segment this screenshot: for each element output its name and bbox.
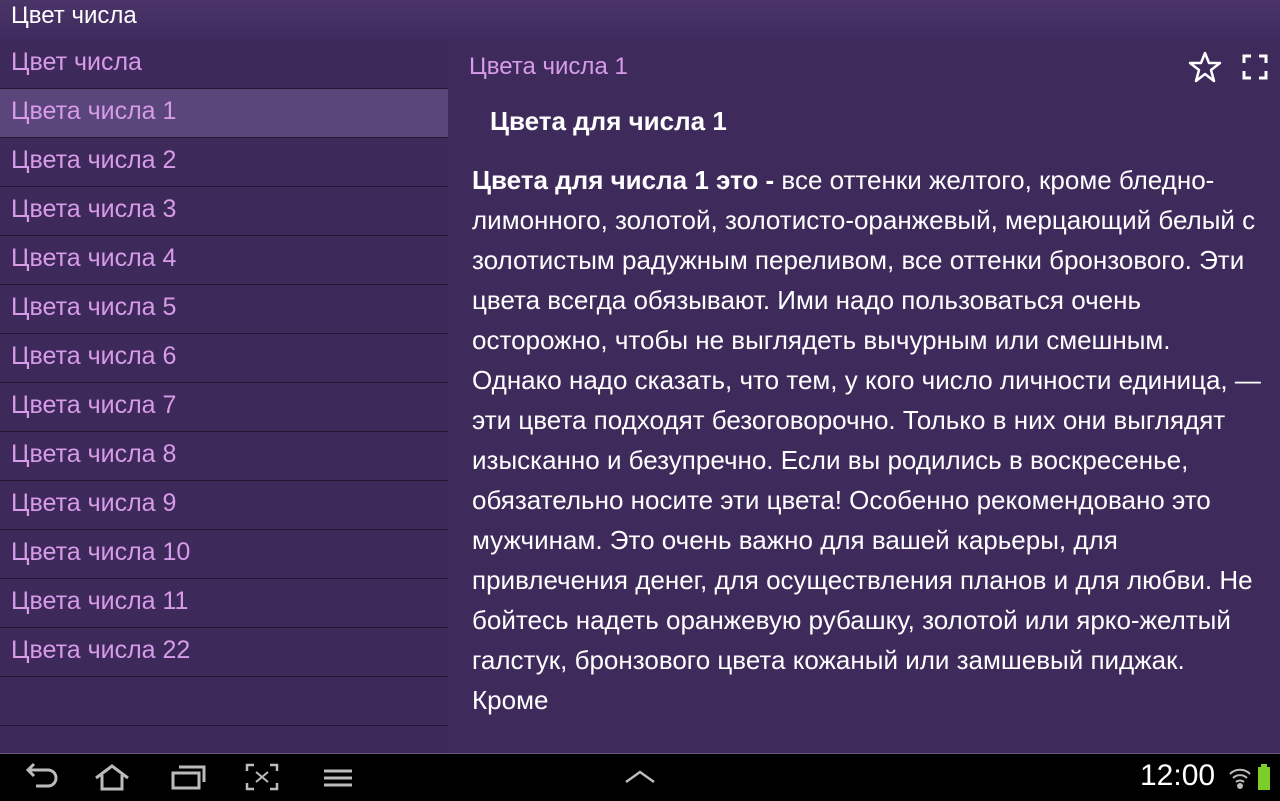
sidebar-header: Цвет числа — [11, 48, 142, 76]
app-title: Цвет числа — [11, 2, 137, 29]
sidebar-item-6[interactable]: Цвета числа 6 — [0, 333, 448, 382]
screenshot-icon[interactable] — [244, 762, 279, 792]
menu-icon[interactable] — [320, 762, 354, 792]
home-icon[interactable] — [92, 762, 129, 792]
app-title-bar: Цвет числа — [0, 0, 1280, 40]
chevron-up-icon[interactable] — [622, 762, 656, 792]
sidebar-item-5[interactable]: Цвета числа 5 — [0, 284, 448, 333]
status-clock: 12:00 — [1140, 759, 1216, 792]
content-pane: Цвета числа 1 Цвета для числа 1 Цвета дл… — [448, 40, 1280, 753]
wifi-icon — [1228, 762, 1252, 792]
content-title: Цвета числа 1 — [469, 53, 628, 80]
sidebar-item-7[interactable]: Цвета числа 7 — [0, 382, 448, 431]
sidebar-item-11[interactable]: Цвета числа 11 — [0, 578, 448, 627]
system-nav-bar: 12:00 — [0, 753, 1280, 801]
battery-icon — [1256, 762, 1272, 792]
article-body: Цвета для числа 1 это - все оттенки желт… — [472, 160, 1262, 720]
article-lead: Цвета для числа 1 это - — [472, 165, 775, 195]
sidebar: Цвет числа Цвета числа 1 Цвета числа 2 Ц… — [0, 40, 448, 753]
article-heading: Цвета для числа 1 — [490, 106, 727, 136]
recent-apps-icon[interactable] — [168, 762, 206, 792]
sidebar-item-1[interactable]: Цвета числа 1 — [0, 88, 448, 137]
sidebar-item-10[interactable]: Цвета числа 10 — [0, 529, 448, 578]
star-icon[interactable] — [1188, 50, 1222, 84]
sidebar-item-2[interactable]: Цвета числа 2 — [0, 137, 448, 186]
fullscreen-icon[interactable] — [1238, 50, 1272, 84]
article-text: все оттенки желтого, кроме бледно-лимонн… — [472, 165, 1261, 715]
sidebar-item-4[interactable]: Цвета числа 4 — [0, 235, 448, 284]
sidebar-item-9[interactable]: Цвета числа 9 — [0, 480, 448, 529]
sidebar-item-3[interactable]: Цвета числа 3 — [0, 186, 448, 235]
back-icon[interactable] — [20, 762, 58, 792]
sidebar-list: Цвета числа 1 Цвета числа 2 Цвета числа … — [0, 88, 448, 726]
sidebar-item-8[interactable]: Цвета числа 8 — [0, 431, 448, 480]
sidebar-item-22[interactable]: Цвета числа 22 — [0, 627, 448, 676]
sidebar-empty-row — [0, 676, 448, 726]
